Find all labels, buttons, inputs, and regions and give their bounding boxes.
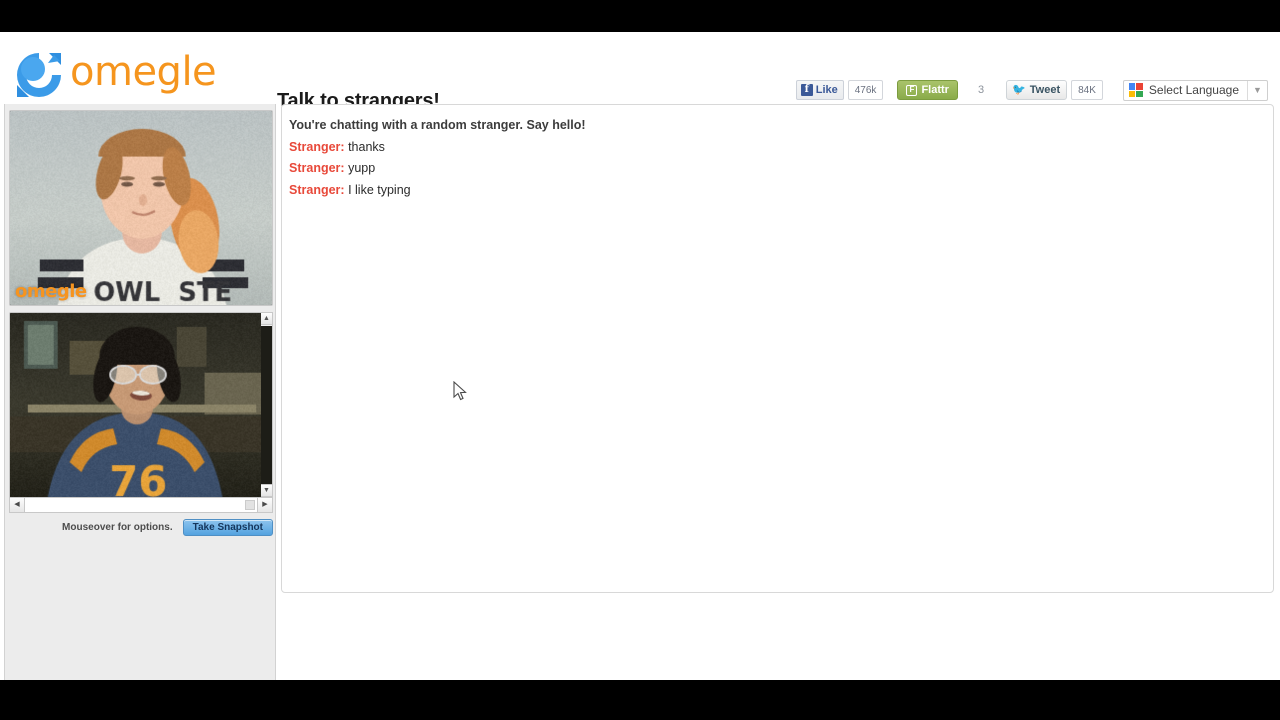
omegle-page: omegle Talk to strangers! f Like 476k F … — [0, 32, 1280, 680]
site-header: omegle Talk to strangers! f Like 476k F … — [0, 32, 1280, 104]
scroll-left-arrow-icon[interactable]: ◀ — [10, 498, 25, 512]
flattr-label: Flattr — [921, 84, 949, 96]
stranger-video[interactable]: omegle — [9, 110, 273, 306]
horizontal-scroll-track[interactable] — [25, 498, 257, 512]
omegle-logo[interactable]: omegle — [13, 47, 228, 102]
chat-log[interactable]: You're chatting with a random stranger. … — [281, 104, 1274, 593]
chat-sender-label: Stranger: — [289, 140, 345, 154]
tweet-button[interactable]: 🐦 Tweet — [1006, 80, 1067, 100]
facebook-like-group[interactable]: f Like 476k — [796, 80, 884, 100]
facebook-like-count: 476k — [848, 80, 884, 100]
twitter-bird-icon: 🐦 — [1012, 85, 1026, 96]
google-translate-icon — [1129, 83, 1143, 97]
omegle-logo-text: omegle — [70, 49, 216, 95]
scroll-right-arrow-icon[interactable]: ▶ — [257, 498, 272, 512]
scroll-up-arrow-icon[interactable]: ▲ — [261, 313, 272, 325]
chat-sender-label: Stranger: — [289, 161, 345, 175]
stranger-video-frame — [10, 111, 272, 305]
flattr-count: 3 — [970, 80, 992, 100]
horizontal-scroll-grip[interactable] — [245, 500, 255, 510]
omegle-logo-icon — [13, 49, 65, 101]
mouseover-hint-label: Mouseover for options. — [62, 522, 173, 533]
chevron-down-icon[interactable]: ▼ — [1247, 81, 1267, 100]
facebook-like-button[interactable]: f Like — [796, 80, 844, 100]
video-sidebar: omegle ▲ ▼ ◀ ▶ Mouseover for options. Ta… — [4, 104, 276, 680]
take-snapshot-button[interactable]: Take Snapshot — [183, 519, 273, 536]
page-body: omegle ▲ ▼ ◀ ▶ Mouseover for options. Ta… — [0, 104, 1280, 680]
screen: omegle Talk to strangers! f Like 476k F … — [0, 0, 1280, 720]
video-vertical-scrollbar[interactable]: ▲ ▼ — [261, 312, 273, 497]
chat-message-text: yupp — [348, 161, 375, 175]
facebook-like-label: Like — [816, 84, 838, 96]
social-buttons-row: f Like 476k F Flattr 3 🐦 Tweet 84K Selec… — [796, 79, 1268, 101]
language-selector-label: Select Language — [1149, 83, 1247, 97]
flattr-button[interactable]: F Flattr — [897, 80, 958, 100]
chat-message-text: You're chatting with a random stranger. … — [289, 118, 586, 132]
chat-message: Stranger: yupp — [289, 158, 1265, 180]
letterbox-bottom — [0, 680, 1280, 720]
chat-sender-label: Stranger: — [289, 183, 345, 197]
mouse-cursor — [453, 381, 467, 401]
chat-message-text: I like typing — [348, 183, 411, 197]
self-video-frame — [10, 313, 272, 497]
self-video[interactable] — [9, 312, 273, 497]
tweet-label: Tweet — [1030, 84, 1060, 96]
video-horizontal-scrollbar[interactable]: ◀ ▶ — [9, 497, 273, 513]
language-selector[interactable]: Select Language ▼ — [1123, 80, 1268, 101]
chat-system-message: You're chatting with a random stranger. … — [289, 115, 1265, 137]
tweet-count: 84K — [1071, 80, 1103, 100]
chat-message: Stranger: thanks — [289, 137, 1265, 159]
video-options-bar: Mouseover for options. Take Snapshot — [9, 514, 273, 540]
vertical-scroll-thumb[interactable] — [261, 326, 272, 484]
chat-message-text: thanks — [348, 140, 385, 154]
facebook-icon: f — [801, 84, 813, 96]
letterbox-top — [0, 0, 1280, 32]
chat-message: Stranger: I like typing — [289, 180, 1265, 202]
flattr-icon: F — [906, 85, 917, 96]
scroll-down-arrow-icon[interactable]: ▼ — [261, 484, 272, 496]
